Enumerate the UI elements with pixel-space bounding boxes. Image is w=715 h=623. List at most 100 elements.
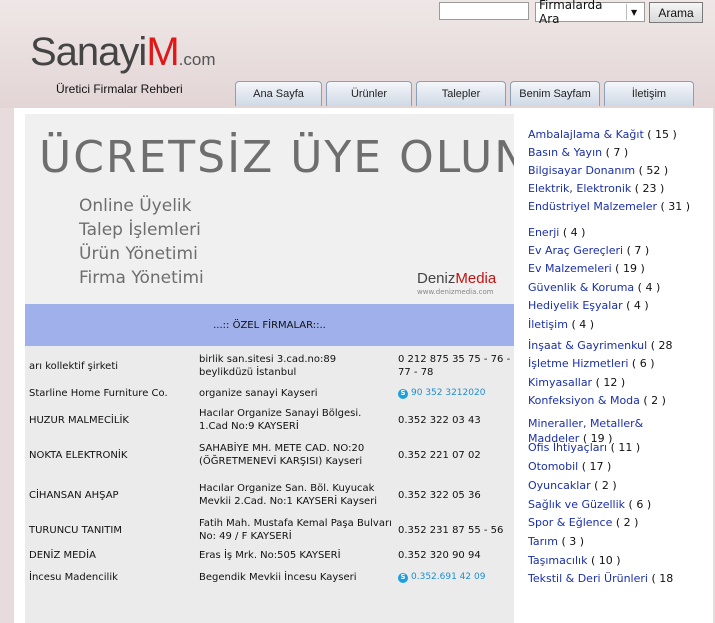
category-label[interactable]: Ofis İhtiyaçları [528,441,607,454]
firm-phone-cell: S 90 352 3212020 [395,381,514,405]
category-label[interactable]: Ambalajlama & Kağıt [528,128,644,141]
category-label[interactable]: Tarım [528,535,558,548]
table-row[interactable]: TURUNCU TANITIM Fatih Mah. Mustafa Kemal … [25,515,514,545]
category-item[interactable]: Tarım ( 3 ) [524,534,693,549]
category-item[interactable]: Güvenlik & Koruma ( 4 ) [524,280,693,295]
search-scope-select[interactable]: Firmalarda Ara ▼ [535,0,645,26]
category-count: ( 6 ) [631,357,655,370]
category-label[interactable]: Enerji [528,226,559,239]
table-row[interactable]: arı kollektif şirketi birlik san.sitesi 3… [25,351,514,381]
category-item[interactable]: Ambalajlama & Kağıt ( 15 ) [524,127,693,142]
table-row[interactable]: CİHANSAN AHŞAP Hacılar Organize San. Böl.… [25,475,514,515]
category-item[interactable]: Spor & Eğlence ( 2 ) [524,515,693,530]
category-item[interactable]: İletişim ( 4 ) [524,317,693,332]
site-tagline: Üretici Firmalar Rehberi [56,82,183,96]
site-logo[interactable]: SanayiM.com [30,30,215,75]
tab-benim-sayfam[interactable]: Benim Sayfam [510,81,600,106]
firm-address: Fatih Mah. Mustafa Kemal Paşa Bulvarı No… [199,518,392,542]
category-item[interactable]: Ofis İhtiyaçları ( 11 ) [524,440,693,455]
category-item[interactable]: İnşaat & Gayrimenkul ( 28 [524,338,693,353]
category-label[interactable]: Hediyelik Eşyalar [528,299,623,312]
category-item[interactable]: Basın & Yayın ( 7 ) [524,145,693,160]
banner-line: Ürün Yönetimi [79,244,198,264]
category-item[interactable]: Bilgisayar Donanım ( 52 ) [524,163,693,178]
firm-name[interactable]: İncesu Madencilik [25,565,196,589]
category-item[interactable]: Ev Malzemeleri ( 19 ) [524,261,693,276]
category-item[interactable]: Hediyelik Eşyalar ( 4 ) [524,298,693,313]
category-label[interactable]: Endüstriyel Malzemeler [528,200,657,213]
category-label[interactable]: Güvenlik & Koruma [528,281,634,294]
tab-ana-sayfa[interactable]: Ana Sayfa [235,81,322,106]
logo-text-com: .com [178,50,216,69]
category-item[interactable]: Ev Araç Gereçleri ( 7 ) [524,243,693,258]
table-row[interactable]: DENİZ MEDİA Eras İş Mrk. No:505 KAYSERİ 0.… [25,545,514,565]
category-count: ( 19 ) [615,262,645,275]
category-item[interactable]: Sağlık ve Güzellik ( 6 ) [524,497,693,512]
firm-address: birlik san.sitesi 3.cad.no:89 beylikdüzü… [199,354,337,378]
search-button[interactable]: Arama [649,2,703,23]
firm-address: Begendik Mevkii İncesu Kayseri [199,571,357,583]
category-label[interactable]: Elektrik, Elektronik [528,182,631,195]
firm-name[interactable]: DENİZ MEDİA [25,545,196,565]
category-label[interactable]: Otomobil [528,460,578,473]
category-label[interactable]: Spor & Eğlence [528,516,612,529]
category-item[interactable]: Enerji ( 4 ) [524,225,693,240]
category-item[interactable]: Oyuncaklar ( 2 ) [524,478,693,493]
category-count: ( 11 ) [610,441,641,454]
category-label[interactable]: Kimyasallar [528,376,592,389]
chevron-down-icon: ▼ [626,4,641,20]
skype-call-link[interactable]: S 90 352 3212020 [398,387,485,400]
category-item[interactable]: Tekstil & Deri Ürünleri ( 18 [524,571,693,586]
firm-address: organize sanayi Kayseri [199,387,318,399]
category-item[interactable]: Taşımacılık ( 10 ) [524,553,693,568]
category-label[interactable]: Bilgisayar Donanım [528,164,635,177]
category-count: ( 4 ) [571,318,595,331]
category-item[interactable]: Otomobil ( 17 ) [524,459,693,474]
firm-address: Hacılar Organize Sanayi Bölgesi. 1.Cad N… [199,408,362,432]
category-label[interactable]: Ev Malzemeleri [528,262,612,275]
category-label[interactable]: Oyuncaklar [528,479,591,492]
table-row[interactable]: İncesu Madencilik Begendik Mevkii İncesu … [25,565,514,589]
category-count: ( 10 ) [590,554,621,567]
firm-name[interactable]: arı kollektif şirketi [25,351,196,381]
skype-call-link[interactable]: S 0.352.691 42 09 [398,571,485,584]
category-item[interactable]: Konfeksiyon & Moda ( 2 ) [524,393,693,408]
table-row[interactable]: Starline Home Furniture Co. organize sana… [25,381,514,405]
firm-name[interactable]: CİHANSAN AHŞAP [25,475,196,515]
free-membership-banner[interactable]: ÜCRETSİZ ÜYE OLUN Online Üyelik Talep İş… [25,114,514,304]
category-count: ( 7 ) [626,244,650,257]
category-sidebar: Ambalajlama & Kağıt ( 15 ) Basın & Yayın … [524,114,709,623]
category-label[interactable]: İşletme Hizmetleri [528,357,628,370]
firm-phone: 0.352 231 87 55 - 56 [398,524,504,536]
firm-name[interactable]: TURUNCU TANITIM [25,515,196,545]
search-input[interactable] [439,2,529,20]
main-nav: Ana Sayfa Ürünler Talepler Benim Sayfam … [235,81,694,106]
category-label[interactable]: Taşımacılık [528,554,587,567]
tab-urunler[interactable]: Ürünler [326,81,412,106]
firm-phone: 0.352 320 90 94 [398,549,481,561]
firm-name[interactable]: NOKTA ELEKTRONİK [25,435,196,475]
category-label[interactable]: İnşaat & Gayrimenkul [528,339,647,352]
table-row[interactable]: HUZUR MALMECİLİK Hacılar Organize Sanayi … [25,405,514,435]
table-row[interactable]: NOKTA ELEKTRONİK SAHABİYE MH. METE CAD. N… [25,435,514,475]
firm-phone: 0 212 875 35 75 - 76 - 77 - 78 [398,354,511,378]
category-item[interactable]: Kimyasallar ( 12 ) [524,375,693,390]
category-label[interactable]: Ev Araç Gereçleri [528,244,623,257]
special-firms-header: ...:: ÖZEL FİRMALAR::.. [25,304,514,346]
firm-name[interactable]: Starline Home Furniture Co. [25,381,196,405]
firm-address: SAHABİYE MH. METE CAD. NO:20 (ÖĞRETMENEV… [199,443,365,467]
category-label[interactable]: İletişim [528,318,568,331]
firm-name[interactable]: HUZUR MALMECİLİK [25,405,196,435]
category-label[interactable]: Konfeksiyon & Moda [528,394,640,407]
category-count: ( 2 ) [643,394,666,407]
tab-iletisim[interactable]: İletişim [604,81,694,106]
category-label[interactable]: Sağlık ve Güzellik [528,498,625,511]
firm-phone: 90 352 3212020 [411,388,486,398]
category-item[interactable]: İşletme Hizmetleri ( 6 ) [524,356,693,371]
tab-talepler[interactable]: Talepler [416,81,506,106]
category-label[interactable]: Tekstil & Deri Ürünleri [528,572,648,585]
category-count: ( 6 ) [628,498,652,511]
category-item[interactable]: Endüstriyel Malzemeler ( 31 ) [524,199,693,214]
category-item[interactable]: Elektrik, Elektronik ( 23 ) [524,181,693,196]
category-label[interactable]: Basın & Yayın [528,146,602,159]
